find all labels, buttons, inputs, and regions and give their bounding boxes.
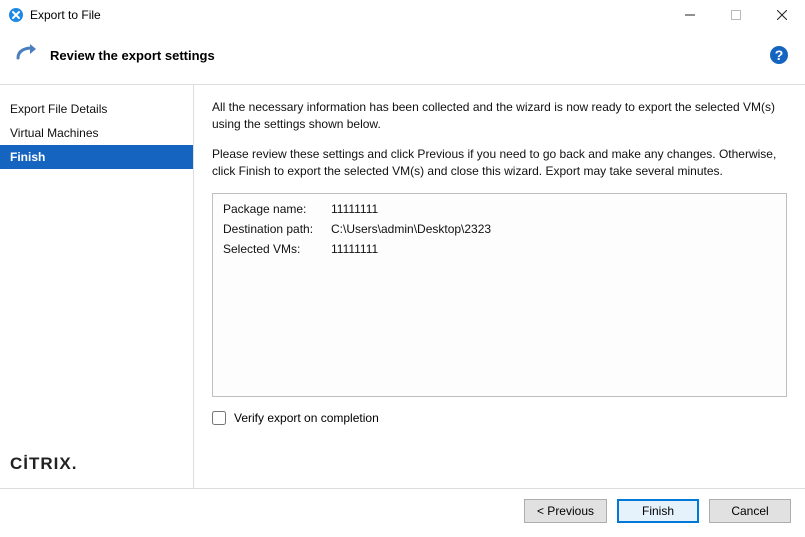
verify-export-checkbox[interactable] xyxy=(212,411,226,425)
intro-text: All the necessary information has been c… xyxy=(212,99,787,193)
cancel-button[interactable]: Cancel xyxy=(709,499,791,523)
maximize-button xyxy=(713,0,759,30)
wizard-body: Export File Details Virtual Machines Fin… xyxy=(0,85,805,488)
destination-value: C:\Users\admin\Desktop\2323 xyxy=(331,222,491,236)
close-button[interactable] xyxy=(759,0,805,30)
step-virtual-machines[interactable]: Virtual Machines xyxy=(0,121,193,145)
finish-button[interactable]: Finish xyxy=(617,499,699,523)
summary-row-package: Package name: 11111111 xyxy=(223,202,776,216)
brand-logo: CİTRIX. xyxy=(0,442,193,488)
wizard-footer: < Previous Finish Cancel xyxy=(0,488,805,532)
intro-paragraph-2: Please review these settings and click P… xyxy=(212,146,787,181)
window-controls xyxy=(667,0,805,30)
destination-label: Destination path: xyxy=(223,222,331,236)
forward-arrow-icon xyxy=(14,42,40,68)
selected-vms-label: Selected VMs: xyxy=(223,242,331,256)
verify-export-label: Verify export on completion xyxy=(234,411,379,425)
summary-box: Package name: 11111111 Destination path:… xyxy=(212,193,787,397)
svg-text:?: ? xyxy=(775,47,784,63)
help-icon[interactable]: ? xyxy=(769,45,789,65)
page-heading: Review the export settings xyxy=(50,48,769,63)
step-list: Export File Details Virtual Machines Fin… xyxy=(0,85,193,442)
selected-vms-value: 11111111 xyxy=(331,242,378,256)
package-name-label: Package name: xyxy=(223,202,331,216)
verify-export-row[interactable]: Verify export on completion xyxy=(212,411,787,425)
step-export-file-details[interactable]: Export File Details xyxy=(0,97,193,121)
intro-paragraph-1: All the necessary information has been c… xyxy=(212,99,787,134)
package-name-value: 11111111 xyxy=(331,202,378,216)
previous-button[interactable]: < Previous xyxy=(524,499,607,523)
brand-text: CİTRIX xyxy=(10,454,72,473)
app-icon xyxy=(8,7,24,23)
content-pane: All the necessary information has been c… xyxy=(194,85,805,488)
summary-row-destination: Destination path: C:\Users\admin\Desktop… xyxy=(223,222,776,236)
summary-row-selected-vms: Selected VMs: 11111111 xyxy=(223,242,776,256)
minimize-button[interactable] xyxy=(667,0,713,30)
sidebar: Export File Details Virtual Machines Fin… xyxy=(0,85,194,488)
titlebar: Export to File xyxy=(0,0,805,30)
wizard-header: Review the export settings ? xyxy=(0,30,805,85)
step-finish[interactable]: Finish xyxy=(0,145,193,169)
window-title: Export to File xyxy=(30,8,667,22)
